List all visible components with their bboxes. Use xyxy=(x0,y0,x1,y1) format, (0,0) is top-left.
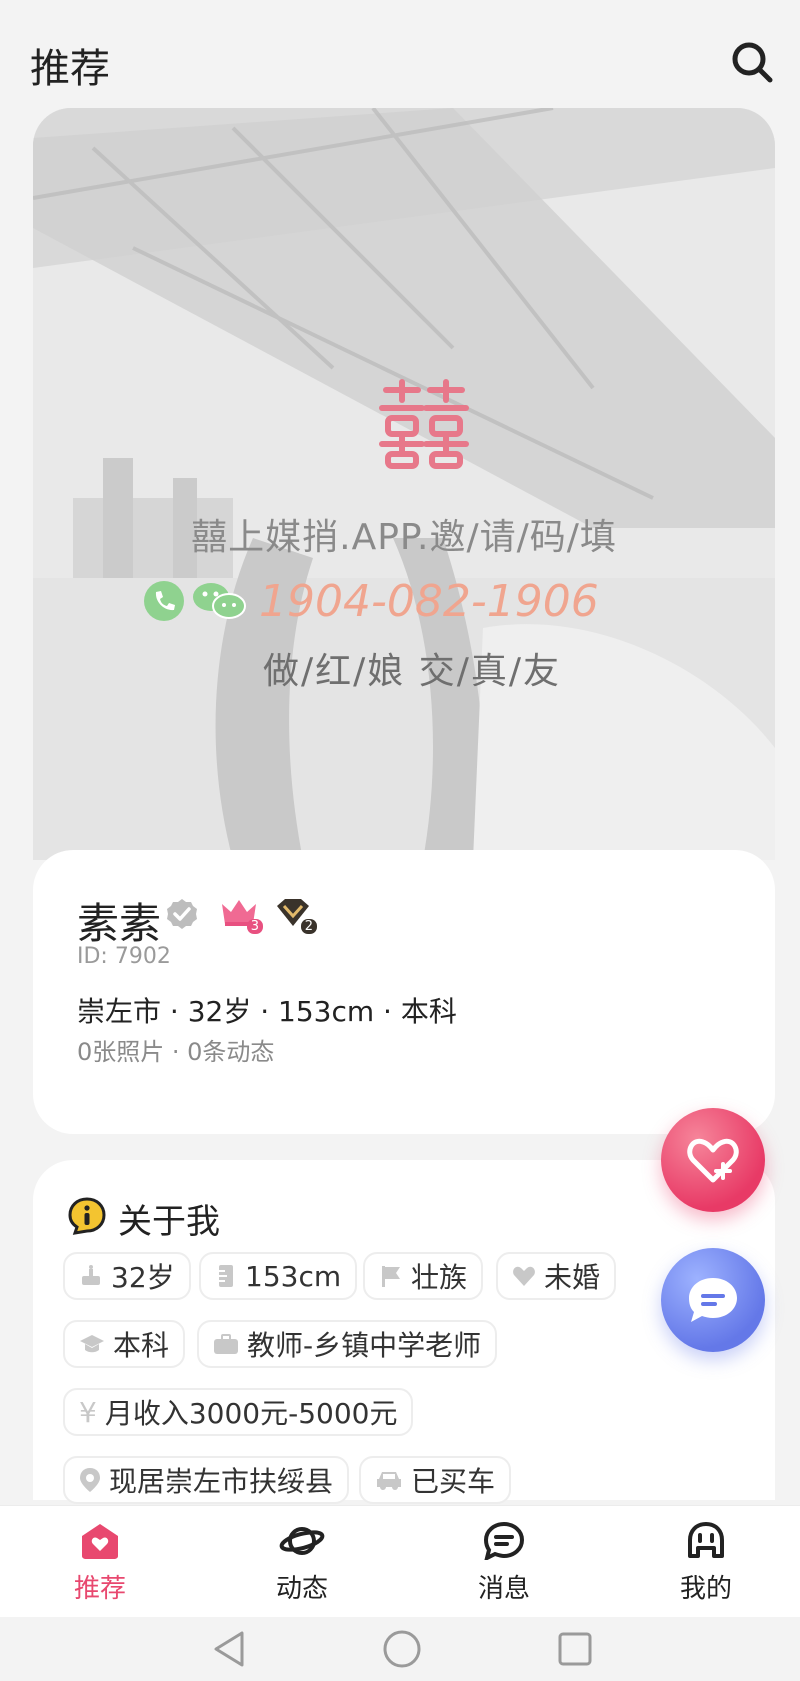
page-title: 推荐 xyxy=(30,46,110,92)
tag-height: 153cm xyxy=(199,1252,358,1300)
wechat-icon xyxy=(193,583,246,619)
nav-label: 推荐 xyxy=(73,1574,126,1604)
tag-age: 32岁 xyxy=(63,1252,191,1300)
diamond-level-number: 2 xyxy=(300,919,317,934)
badge-row: 3 2 xyxy=(165,896,317,934)
tag-label: 32岁 xyxy=(111,1261,175,1294)
nav-label: 我的 xyxy=(679,1574,732,1604)
tag-label: 已买车 xyxy=(411,1465,496,1498)
tag-ethnicity: 壮族 xyxy=(363,1252,484,1300)
briefcase-icon xyxy=(214,1334,238,1354)
tag-label: 未婚 xyxy=(544,1261,601,1294)
nav-label: 动态 xyxy=(275,1574,328,1604)
tag-residence: 现居崇左市扶绥县 xyxy=(63,1456,350,1504)
tag-label: 现居崇左市扶绥县 xyxy=(109,1465,334,1498)
profile-icon xyxy=(688,1522,724,1558)
tag-marital-status: 未婚 xyxy=(496,1252,617,1300)
user-name: 素素 xyxy=(77,899,162,948)
nav-recommend[interactable]: 推荐 xyxy=(40,1522,160,1605)
search-button[interactable] xyxy=(728,38,776,86)
search-icon xyxy=(732,42,773,83)
profile-card: 素素 3 2 ID: 7902 崇左市 · 32岁 · 153cm · 本科 0… xyxy=(33,850,775,1134)
tag-label: 153cm xyxy=(245,1259,342,1293)
about-me-title: 关于我 xyxy=(118,1202,220,1242)
watermark-phone-number: 1904-082-1906 xyxy=(259,575,599,627)
watermark-slogan: 做/红/娘 交/真/友 xyxy=(263,651,561,692)
recent-apps-icon[interactable] xyxy=(555,1629,595,1669)
nav-messages[interactable]: 消息 xyxy=(444,1521,564,1605)
graduation-cap-icon xyxy=(80,1335,104,1353)
tag-label: 壮族 xyxy=(411,1261,468,1294)
double-happiness-logo xyxy=(379,379,469,469)
about-me-card: 关于我 32岁 153cm 壮族 未婚 本科 教师-乡镇中学老师 ¥ 月收入30… xyxy=(33,1160,775,1504)
car-icon xyxy=(377,1472,401,1490)
flag-icon xyxy=(382,1266,400,1287)
system-navigation-bar xyxy=(0,1617,800,1681)
cake-icon xyxy=(82,1265,100,1285)
crown-level-number: 3 xyxy=(246,919,263,934)
watermark-contact: 1904-082-1906 xyxy=(143,575,599,627)
height-icon xyxy=(219,1265,233,1287)
message-icon xyxy=(483,1521,525,1562)
nav-mine[interactable]: 我的 xyxy=(646,1522,766,1605)
tag-label: 教师-乡镇中学老师 xyxy=(247,1329,482,1362)
top-bar: 推荐 xyxy=(0,0,800,92)
tag-car: 已买车 xyxy=(359,1456,512,1504)
profile-photo[interactable]: 囍上媒捎.APP.邀/请/码/填 1904-082-1906 做/红/娘 交/真… xyxy=(33,108,775,860)
like-button[interactable] xyxy=(661,1108,765,1212)
heart-icon xyxy=(513,1266,535,1286)
chat-bubble-icon xyxy=(689,1278,737,1322)
tag-education: 本科 xyxy=(63,1320,186,1368)
tag-label: 月收入3000元-5000元 xyxy=(104,1397,398,1430)
home-heart-icon xyxy=(82,1524,118,1559)
tag-income: ¥ 月收入3000元-5000元 xyxy=(63,1388,414,1436)
home-circle-icon[interactable] xyxy=(382,1629,422,1669)
chat-button[interactable] xyxy=(661,1248,765,1352)
user-content-stats: 0张照片 · 0条动态 xyxy=(77,1038,275,1066)
phone-icon xyxy=(144,581,184,621)
crown-level-badge: 3 xyxy=(219,896,263,934)
bottom-navigation: 推荐 动态 消息 我的 xyxy=(0,1505,800,1618)
heart-plus-icon xyxy=(687,1138,739,1183)
tag-label: 本科 xyxy=(113,1329,170,1362)
user-id: ID: 7902 xyxy=(77,944,171,969)
back-icon[interactable] xyxy=(210,1629,250,1669)
location-pin-icon xyxy=(80,1468,100,1492)
photo-background xyxy=(33,108,775,860)
diamond-level-badge: 2 xyxy=(273,896,317,934)
yen-icon: ¥ xyxy=(79,1395,97,1429)
nav-label: 消息 xyxy=(477,1574,530,1604)
id-redaction xyxy=(169,948,295,982)
nav-moments[interactable]: 动态 xyxy=(242,1522,362,1605)
info-bubble-icon xyxy=(68,1197,106,1235)
planet-icon xyxy=(279,1527,325,1555)
user-basic-info: 崇左市 · 32岁 · 153cm · 本科 xyxy=(77,995,457,1028)
verified-badge-icon xyxy=(167,899,197,929)
tag-occupation: 教师-乡镇中学老师 xyxy=(197,1320,498,1368)
watermark-invite-text: 囍上媒捎.APP.邀/请/码/填 xyxy=(191,517,617,558)
